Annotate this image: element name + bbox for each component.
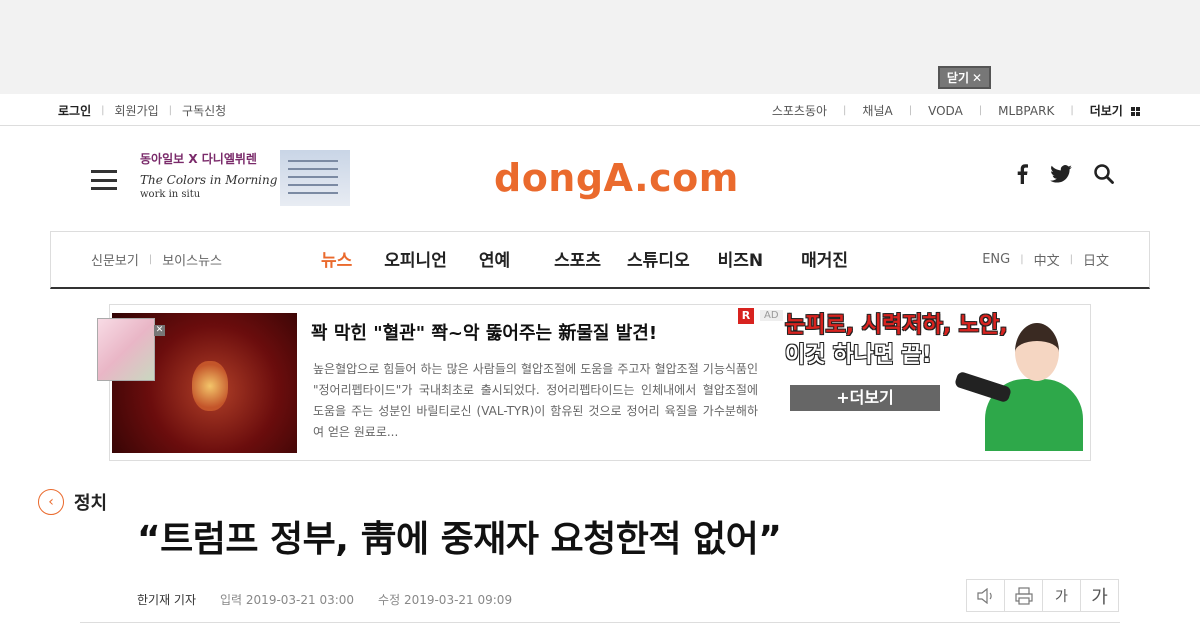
building-image <box>280 150 350 206</box>
ad-label: AD <box>760 310 783 321</box>
print-icon <box>1014 586 1033 605</box>
close-icon: ✕ <box>972 70 983 85</box>
article-tools: 가 가 <box>966 579 1119 612</box>
ad-body: 높은혈압으로 힘들어 하는 많은 사람들의 혈압조절에 도움을 주고자 혈압조절… <box>313 362 758 439</box>
menu-icon[interactable] <box>91 170 117 190</box>
close-ad-button[interactable]: 닫기 ✕ <box>938 66 991 89</box>
login-link[interactable]: 로그인 <box>58 102 91 119</box>
divider: | <box>101 105 105 116</box>
article-headline: “트럼프 정부, 靑에 중재자 요청한적 없어” <box>137 519 782 560</box>
subscribe-link[interactable]: 구독신청 <box>182 102 226 119</box>
search-icon[interactable] <box>1094 164 1114 184</box>
utility-bar: 로그인 | 회원가입 | 구독신청 스포츠동아 | 채널A | VODA | M… <box>0 94 1200 126</box>
mlbpark-link[interactable]: MLBPARK <box>998 104 1054 118</box>
content-divider <box>80 622 1120 623</box>
promo-banner[interactable]: 동아일보 X 다니엘뷔렌 The Colors in Morning Calm … <box>140 150 355 208</box>
twitter-icon[interactable] <box>1050 165 1072 183</box>
speaker-button[interactable] <box>966 579 1005 612</box>
modified-date: 수정 2019-03-21 09:09 <box>378 593 513 607</box>
sports-donga-link[interactable]: 스포츠동아 <box>772 102 827 119</box>
nav-item-news[interactable]: 뉴스 <box>321 246 352 271</box>
lang-chinese[interactable]: 中文 <box>1034 250 1060 269</box>
ad-more-button[interactable]: +더보기 <box>790 385 940 411</box>
speaker-icon <box>976 587 992 604</box>
article-category: ‹ 정치 <box>38 489 107 515</box>
print-button[interactable] <box>1004 579 1043 612</box>
top-ad-banner: 닫기 ✕ <box>0 0 1200 94</box>
grid-icon <box>1131 107 1140 116</box>
article-byline: 한기재 기자 입력 2019-03-21 03:00 수정 2019-03-21… <box>137 591 512 608</box>
close-ad-label: 닫기 <box>946 71 970 85</box>
divider: | <box>168 105 173 116</box>
signup-link[interactable]: 회원가입 <box>115 102 159 119</box>
divider: | <box>908 105 913 116</box>
nav-item-studio[interactable]: 스튜디오 <box>627 246 690 271</box>
ad-right-banner[interactable]: 눈피로, 시력저하, 노안, 이것 하나면 끝! +더보기 <box>785 311 1085 451</box>
lang-japanese[interactable]: 日文 <box>1083 250 1109 269</box>
lang-eng[interactable]: ENG <box>982 252 1010 267</box>
newspaper-link[interactable]: 신문보기 <box>91 250 139 269</box>
voice-news-link[interactable]: 보이스뉴스 <box>162 250 222 269</box>
divider: | <box>1069 254 1073 265</box>
nav-item-bizn[interactable]: 비즈N <box>718 246 764 271</box>
category-label[interactable]: 정치 <box>74 489 107 515</box>
chevron-left-icon[interactable]: ‹ <box>38 489 64 515</box>
divider: | <box>148 254 153 265</box>
native-ad[interactable]: ✕ 꽉 막힌 "혈관" 쫙~악 뚫어주는 新물질 발견! 높은혈압으로 힘들어 … <box>97 304 1091 461</box>
close-icon[interactable]: ✕ <box>154 325 165 336</box>
main-nav: 신문보기 | 보이스뉴스 뉴스 오피니언 연예 스포츠 스튜디오 비즈N 매거진… <box>50 231 1150 289</box>
site-logo[interactable]: dongA.com <box>494 156 739 200</box>
heart-graphic <box>192 361 228 411</box>
facebook-icon[interactable] <box>1016 164 1028 184</box>
more-services-label: 더보기 <box>1089 104 1123 118</box>
divider: | <box>1070 105 1074 116</box>
nav-item-sports[interactable]: 스포츠 <box>554 246 601 271</box>
nav-item-opinion[interactable]: 오피니언 <box>384 246 447 271</box>
divider: | <box>978 105 983 116</box>
channel-a-link[interactable]: 채널A <box>862 102 892 119</box>
divider: | <box>843 105 847 116</box>
nav-item-entertainment[interactable]: 연예 <box>479 246 510 271</box>
font-increase-button[interactable]: 가 <box>1080 579 1119 612</box>
divider: | <box>1020 254 1024 265</box>
reporter-name[interactable]: 한기재 기자 <box>137 591 196 608</box>
more-services-button[interactable]: 더보기 <box>1090 102 1140 119</box>
voda-link[interactable]: VODA <box>928 104 963 118</box>
cherry-blossom-thumbnail[interactable] <box>97 318 155 381</box>
nav-item-magazine[interactable]: 매거진 <box>801 246 848 271</box>
site-header: 동아일보 X 다니엘뷔렌 The Colors in Morning Calm … <box>0 126 1200 231</box>
ad-r-badge: R <box>738 308 754 324</box>
input-date: 입력 2019-03-21 03:00 <box>220 593 355 607</box>
ad-model-image <box>953 319 1083 451</box>
ad-title[interactable]: 꽉 막힌 "혈관" 쫙~악 뚫어주는 新물질 발견! <box>311 319 657 345</box>
font-decrease-button[interactable]: 가 <box>1042 579 1081 612</box>
